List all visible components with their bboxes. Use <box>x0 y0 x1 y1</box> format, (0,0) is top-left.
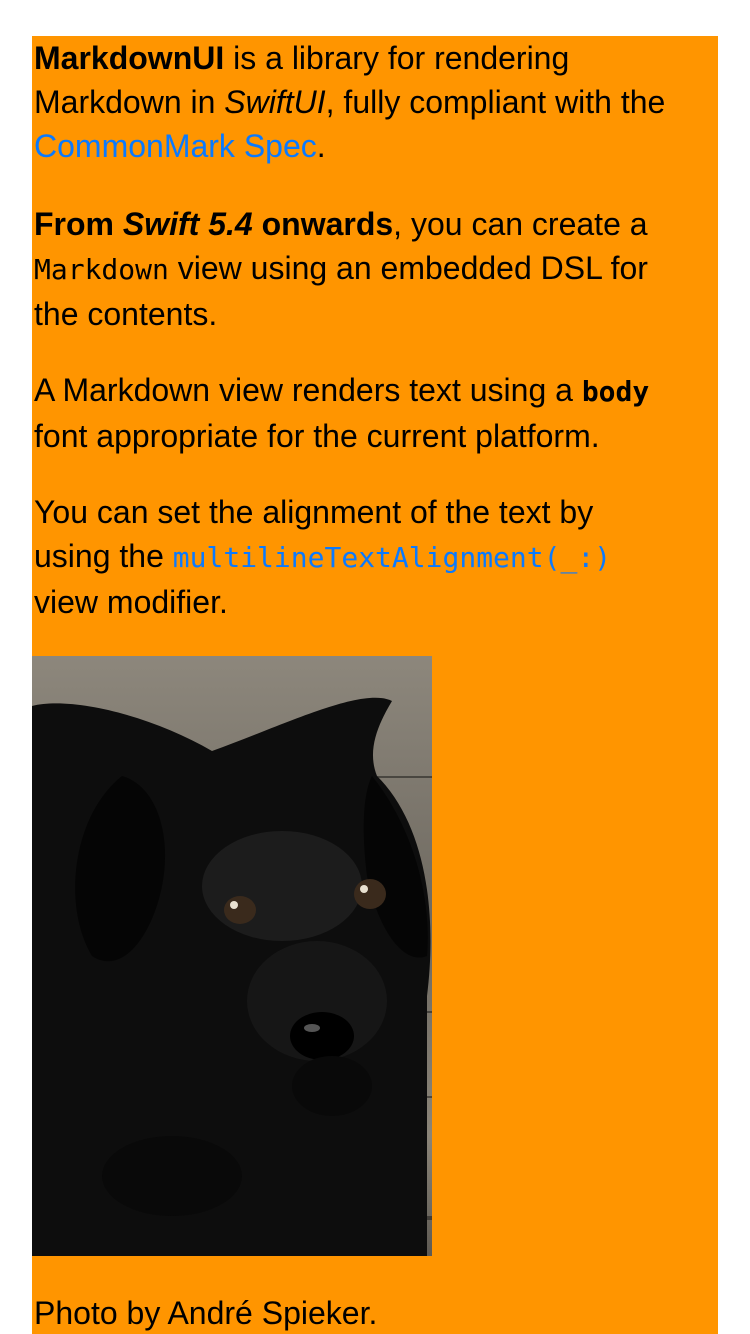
intro-text: . <box>316 128 326 164</box>
dsl-paragraph: From Swift 5.4 onwards, you can create a… <box>34 202 718 336</box>
strong-text: From <box>34 206 123 242</box>
alignment-text: You can set the alignment of the text by <box>34 494 594 530</box>
font-text: A Markdown view renders text using a <box>34 372 582 408</box>
intro-text: Markdown in <box>34 84 225 120</box>
intro-paragraph: MarkdownUI is a library for rendering Mar… <box>34 36 718 168</box>
dsl-text: the contents. <box>34 296 218 332</box>
swiftui-emphasis: SwiftUI <box>224 84 326 120</box>
puppy-icon <box>32 697 431 1256</box>
dsl-text: , you can create a <box>393 206 648 242</box>
intro-text: , fully compliant with the <box>325 84 666 120</box>
intro-text: is a library for rendering <box>224 40 570 76</box>
markdown-code: Markdown <box>34 253 169 286</box>
markdown-card: MarkdownUI is a library for rendering Mar… <box>32 36 718 1334</box>
alignment-paragraph: You can set the alignment of the text by… <box>34 490 718 624</box>
puppy-photo <box>32 656 432 1256</box>
body-code: body <box>581 375 650 408</box>
library-name: MarkdownUI <box>34 40 225 76</box>
swift-version-strong: From Swift 5.4 onwards <box>34 206 393 242</box>
photo-caption: Photo by André Spieker. <box>34 1295 378 1331</box>
strong-text: onwards <box>252 206 394 242</box>
font-text: font appropriate for the current platfor… <box>34 418 600 454</box>
font-paragraph: A Markdown view renders text using a bod… <box>34 368 718 458</box>
commonmark-spec-link[interactable]: CommonMark Spec <box>34 128 317 164</box>
multiline-text-alignment-link[interactable]: multilineTextAlignment(_:) <box>173 541 611 574</box>
alignment-text: view modifier. <box>34 584 228 620</box>
swift-version-emphasis: Swift 5.4 <box>122 206 253 242</box>
alignment-text: using the <box>34 538 173 574</box>
dsl-text: view using an embedded DSL for <box>168 250 648 286</box>
